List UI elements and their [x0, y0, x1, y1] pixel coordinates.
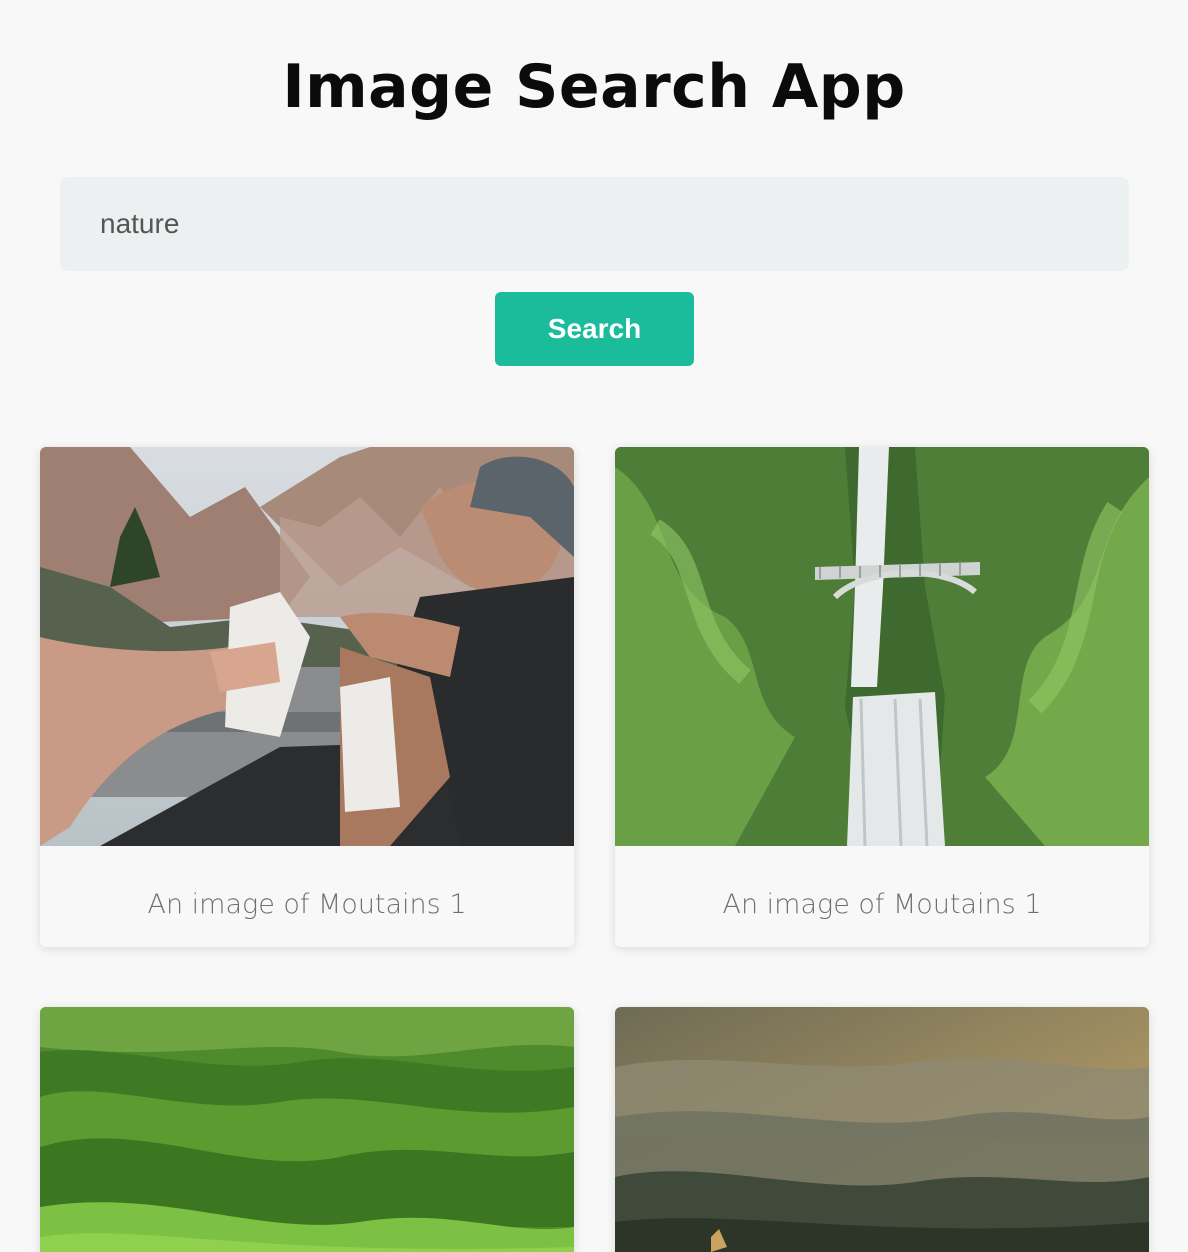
- page-title: Image Search App: [282, 52, 906, 122]
- result-card[interactable]: [615, 1007, 1149, 1252]
- search-button[interactable]: Search: [495, 292, 694, 366]
- result-image-people-with-water-cartons[interactable]: [40, 447, 574, 846]
- result-caption: An image of Moutains 1: [722, 889, 1042, 920]
- result-card[interactable]: An image of Moutains 1: [40, 447, 574, 947]
- result-card[interactable]: An image of Moutains 1: [615, 447, 1149, 947]
- app-page: Image Search App Search: [0, 0, 1188, 1252]
- result-image-green-rolling-hills[interactable]: [40, 1007, 574, 1252]
- search-input[interactable]: [60, 177, 1129, 271]
- result-card[interactable]: [40, 1007, 574, 1252]
- result-image-waterfall-with-bridge[interactable]: [615, 447, 1149, 846]
- result-image-misty-mountain-valley[interactable]: [615, 1007, 1149, 1252]
- result-caption: An image of Moutains 1: [147, 889, 467, 920]
